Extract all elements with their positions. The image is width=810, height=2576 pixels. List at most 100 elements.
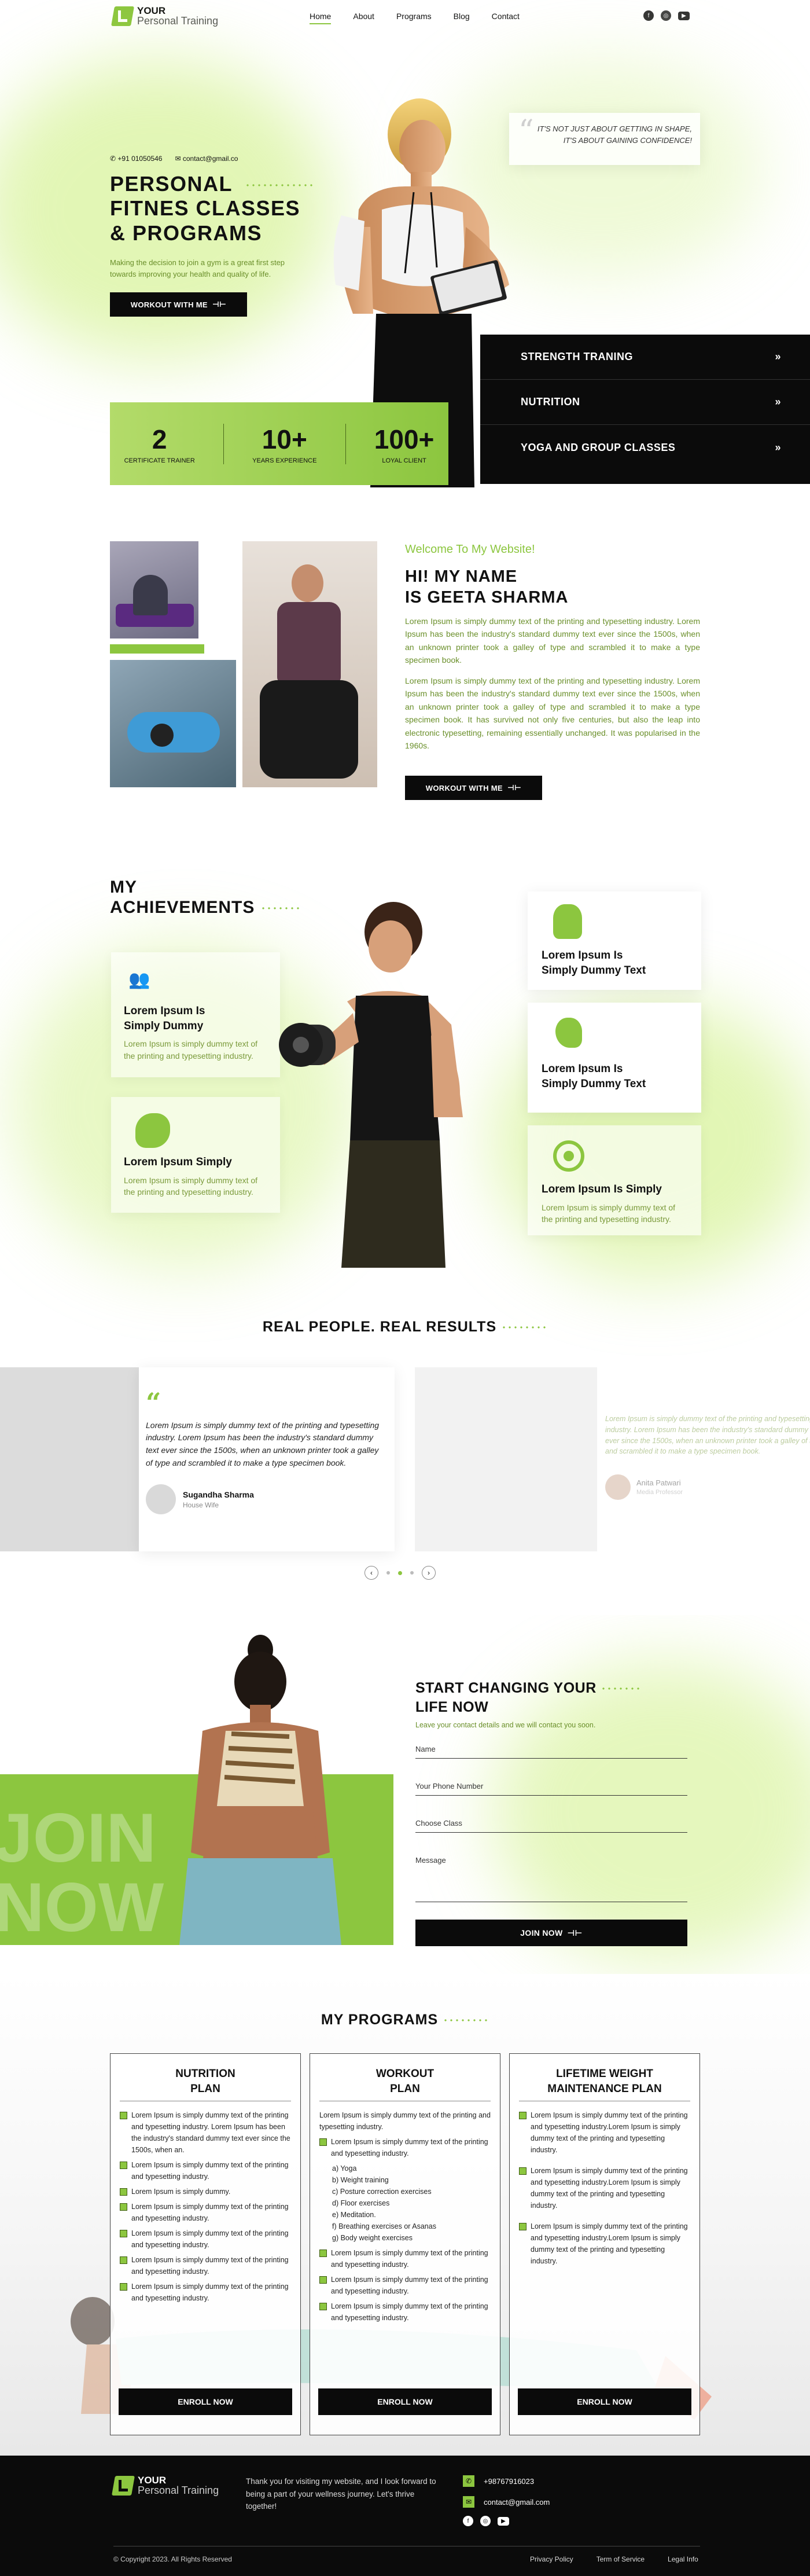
class-select[interactable]: Choose Class [415,1796,687,1833]
privacy-link[interactable]: Privacy Policy [530,2555,573,2563]
phone-icon: ✆ [463,2475,474,2487]
program-item: Lorem Ipsum is simply dummy. [120,2186,291,2197]
footer-email[interactable]: ✉ contact@gmail.com [463,2496,550,2508]
achievements-title-line2: ACHIEVEMENTS [110,897,255,917]
programs-section: MY PROGRAMS NUTRITION PLAN Lorem Ipsum is… [0,1974,810,2456]
join-now-button[interactable]: JOIN NOW ⊣⊢ [415,1920,687,1946]
legal-link[interactable]: Legal Info [668,2555,698,2563]
program-item: Lorem Ipsum is simply dummy text of the … [519,2109,690,2156]
youtube-icon[interactable]: ▶ [498,2517,509,2526]
about-welcome: Welcome To My Website! [405,543,535,556]
testimonials-title-text: REAL PEOPLE. REAL RESULTS [262,1319,497,1335]
achievement-card-5: Lorem Ipsum Is Simply Lorem Ipsum is sim… [528,1125,701,1235]
program-subitem: e) Meditation. [332,2211,376,2219]
nav-about[interactable]: About [353,12,374,24]
enroll-button[interactable]: ENROLL NOW [518,2388,691,2415]
program-subitem: g) Body weight exercises [332,2234,413,2243]
nav-blog[interactable]: Blog [454,12,470,24]
hero-cta-button[interactable]: WORKOUT WITH ME ⊣⊢ [110,292,247,317]
name-field[interactable]: Name [415,1731,687,1759]
field-label: Message [415,1856,446,1865]
carousel-dot[interactable] [386,1571,390,1575]
phone-field[interactable]: Your Phone Number [415,1759,687,1796]
contact-title-line1: START CHANGING YOUR [415,1680,597,1696]
instagram-icon[interactable]: ◎ [480,2516,491,2526]
chevron-right-icon: » [775,351,781,362]
brand-logo[interactable]: YOUR Personal Training [111,6,219,27]
program-title-line1: NUTRITION [175,2068,235,2080]
program-title: LIFETIME WEIGHT MAINTENANCE PLAN [519,2067,690,2096]
field-label: Name [415,1745,436,1753]
enroll-label: ENROLL NOW [577,2397,632,2406]
nav-contact[interactable]: Contact [492,12,520,24]
program-item: Lorem Ipsum is simply dummy text of the … [120,2109,291,2156]
contact-title: START CHANGING YOUR LIFE NOW [415,1679,642,1716]
target-icon [553,1140,584,1172]
facebook-icon[interactable]: f [463,2516,473,2526]
achievement-title: Lorem Ipsum Is Simply Dummy Text [542,949,646,977]
carousel-dot-active[interactable] [398,1570,402,1575]
achievements-title-line1: MY [110,878,137,897]
instagram-icon[interactable]: ◎ [661,10,671,21]
program-subitem: a) Yoga [332,2164,357,2173]
program-item: Lorem Ipsum is simply dummy text of the … [120,2228,291,2251]
carousel-next-icon[interactable]: › [422,1566,436,1580]
footer-phone[interactable]: ✆ +98767916023 [463,2475,550,2487]
achievement-text: Lorem Ipsum is simply dummy text of the … [542,1202,676,1224]
youtube-icon[interactable]: ▶ [678,12,690,20]
quote-icon: “ [518,114,534,149]
achievements-title: MY ACHIEVEMENTS [110,878,301,918]
facebook-icon[interactable]: f [643,10,654,21]
carousel-dot[interactable] [410,1571,414,1575]
footer-tagline: Thank you for visiting my website, and I… [246,2477,436,2511]
brand-line1: YOUR [138,2475,167,2486]
carousel-prev-icon[interactable]: ‹ [365,1566,378,1580]
stat-label: CERTIFICATE TRAINER [124,457,195,464]
achievement-card-3: Lorem Ipsum Is Simply Dummy Text [528,891,701,990]
mail-icon: ✉ [175,155,183,163]
about-cta-button[interactable]: WORKOUT WITH ME ⊣⊢ [405,776,542,800]
hero-title: PERSONAL FITNES CLASSES & PROGRAMS [110,172,314,245]
testimonial-card-next[interactable]: Lorem Ipsum is simply dummy text of the … [597,1367,810,1551]
testimonials-section: REAL PEOPLE. REAL RESULTS “ Lorem Ipsum … [0,1308,810,1598]
service-strength[interactable]: STRENGTH TRANING » [480,335,810,380]
program-item: Lorem Ipsum is simply dummy text of the … [120,2201,291,2224]
enroll-button[interactable]: ENROLL NOW [119,2388,292,2415]
stat-value: 100+ [374,424,435,454]
quote-icon: “ [146,1387,161,1418]
stat-value: 2 [152,424,167,454]
runner-icon [135,1113,170,1148]
accent-bar [110,644,204,654]
email-info[interactable]: ✉ contact@gmail.co [175,155,238,163]
message-field[interactable]: Message [415,1833,687,1902]
join-now-label: JOIN NOW [520,1928,563,1937]
nav-programs[interactable]: Programs [396,12,432,24]
brand-line2: Personal Training [137,15,219,27]
contact-yoga-image [139,1632,382,1945]
footer-phone-text: +98767916023 [484,2476,535,2486]
testimonial-prev-card[interactable] [0,1367,139,1551]
enroll-button[interactable]: ENROLL NOW [318,2388,492,2415]
achievement-title: Lorem Ipsum Is Simply [542,1183,662,1195]
site-header: YOUR Personal Training Home About Progra… [0,0,810,36]
testimonial-role: House Wife [183,1500,219,1509]
phone-info[interactable]: ✆ +91 01050546 [110,155,162,163]
contact-title-line2: LIFE NOW [415,1698,489,1715]
service-yoga[interactable]: YOGA AND GROUP CLASSES » [480,425,810,470]
nav-home[interactable]: Home [310,12,332,24]
services-panel: STRENGTH TRANING » NUTRITION » YOGA AND GR… [480,335,810,484]
contact-section: JOIN NOW START CHANGING YOUR LIFE NOW Lea… [0,1615,810,1974]
service-nutrition[interactable]: NUTRITION » [480,380,810,425]
terms-link[interactable]: Term of Service [597,2555,645,2563]
stat-certificates: 2 CERTIFICATE TRAINER [124,424,195,464]
stats-bar: 2 CERTIFICATE TRAINER 10+ YEARS EXPERIEN… [110,402,448,485]
program-item: Lorem Ipsum is simply dummy text of the … [319,2136,491,2159]
stat-value: 10+ [262,424,307,454]
hero-subtitle: Making the decision to join a gym is a g… [110,258,285,278]
testimonial-role: Media Professor [636,1489,683,1496]
testimonial-next-image [415,1367,597,1551]
about-title: HI! MY NAME IS GEETA SHARMA [405,566,568,608]
footer-logo[interactable]: YOUR Personal Training [112,2475,219,2497]
program-item: Lorem Ipsum is simply dummy text of the … [120,2254,291,2277]
logo-mark-icon [111,6,134,27]
